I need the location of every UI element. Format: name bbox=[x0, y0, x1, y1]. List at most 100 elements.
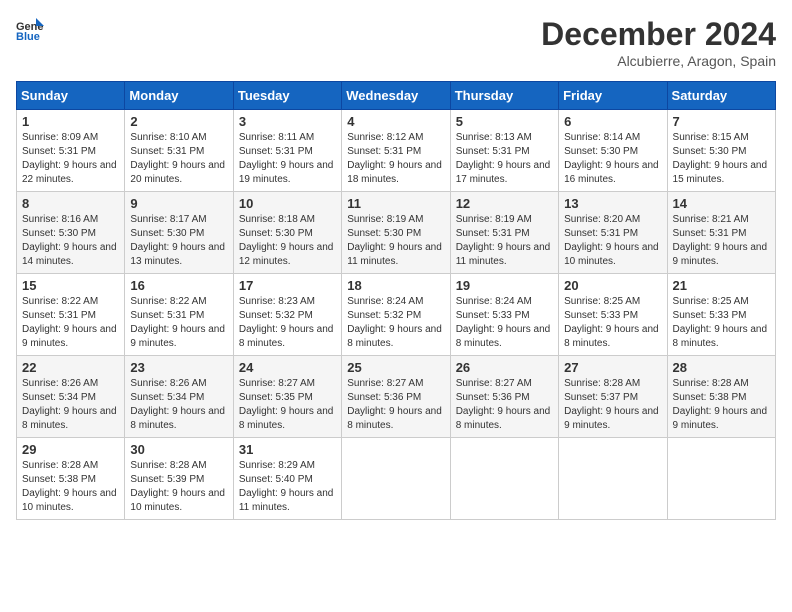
day-info: Sunrise: 8:26 AMSunset: 5:34 PMDaylight:… bbox=[130, 377, 227, 433]
sunrise-label: Sunrise: 8:20 AM bbox=[564, 214, 640, 225]
day-cell-31: 31Sunrise: 8:29 AMSunset: 5:40 PMDayligh… bbox=[233, 438, 341, 520]
day-info: Sunrise: 8:19 AMSunset: 5:30 PMDaylight:… bbox=[347, 213, 444, 269]
daylight-label: Daylight: 9 hours and 11 minutes. bbox=[456, 242, 551, 267]
sunset-label: Sunset: 5:34 PM bbox=[130, 392, 204, 403]
day-info: Sunrise: 8:12 AMSunset: 5:31 PMDaylight:… bbox=[347, 131, 444, 187]
header-sunday: Sunday bbox=[17, 82, 125, 110]
day-cell-22: 22Sunrise: 8:26 AMSunset: 5:34 PMDayligh… bbox=[17, 356, 125, 438]
day-number: 26 bbox=[456, 360, 553, 375]
month-title: December 2024 bbox=[541, 16, 776, 53]
calendar-row: 29Sunrise: 8:28 AMSunset: 5:38 PMDayligh… bbox=[17, 438, 776, 520]
day-info: Sunrise: 8:25 AM Sunset: 5:33 PM Daylight:… bbox=[673, 295, 770, 351]
sunrise-label: Sunrise: 8:25 AM bbox=[673, 296, 749, 307]
day-number: 10 bbox=[239, 196, 336, 211]
sunrise-label: Sunrise: 8:19 AM bbox=[347, 214, 423, 225]
daylight-label: Daylight: 9 hours and 9 minutes. bbox=[673, 242, 768, 267]
header-friday: Friday bbox=[559, 82, 667, 110]
day-cell-7: 7Sunrise: 8:15 AMSunset: 5:30 PMDaylight… bbox=[667, 110, 775, 192]
day-number: 2 bbox=[130, 114, 227, 129]
daylight-label: Daylight: 9 hours and 9 minutes. bbox=[564, 406, 659, 431]
daylight-label: Daylight: 9 hours and 14 minutes. bbox=[22, 242, 117, 267]
empty-cell bbox=[342, 438, 450, 520]
daylight-label: Daylight: 9 hours and 11 minutes. bbox=[239, 488, 334, 513]
sunset-label: Sunset: 5:31 PM bbox=[456, 228, 530, 239]
day-info: Sunrise: 8:24 AMSunset: 5:32 PMDaylight:… bbox=[347, 295, 444, 351]
day-number: 1 bbox=[22, 114, 119, 129]
sunrise-label: Sunrise: 8:23 AM bbox=[239, 296, 315, 307]
day-number: 30 bbox=[130, 442, 227, 457]
day-cell-2: 2 Sunrise: 8:10 AMSunset: 5:31 PMDaylight… bbox=[125, 110, 233, 192]
day-cell-4: 4Sunrise: 8:12 AMSunset: 5:31 PMDaylight… bbox=[342, 110, 450, 192]
day-cell-30: 30Sunrise: 8:28 AMSunset: 5:39 PMDayligh… bbox=[125, 438, 233, 520]
day-cell-3: 3Sunrise: 8:11 AMSunset: 5:31 PMDaylight… bbox=[233, 110, 341, 192]
day-info: Sunrise: 8:10 AMSunset: 5:31 PMDaylight:… bbox=[130, 131, 227, 187]
sunset-label: Sunset: 5:30 PM bbox=[239, 228, 313, 239]
sunset-label: Sunset: 5:33 PM bbox=[564, 310, 638, 321]
sunset-label: Sunset: 5:37 PM bbox=[564, 392, 638, 403]
daylight-label: Daylight: 9 hours and 19 minutes. bbox=[239, 160, 334, 185]
header-thursday: Thursday bbox=[450, 82, 558, 110]
sunrise-label: Sunrise: 8:29 AM bbox=[239, 460, 315, 471]
day-number: 15 bbox=[22, 278, 119, 293]
day-number: 19 bbox=[456, 278, 553, 293]
daylight-label: Daylight: 9 hours and 16 minutes. bbox=[564, 160, 659, 185]
logo: General Blue bbox=[16, 16, 44, 44]
daylight-label: Daylight: 9 hours and 8 minutes. bbox=[564, 324, 659, 349]
daylight-label: Daylight: 9 hours and 20 minutes. bbox=[130, 160, 225, 185]
sunrise-label: Sunrise: 8:18 AM bbox=[239, 214, 315, 225]
day-cell-19: 19Sunrise: 8:24 AMSunset: 5:33 PMDayligh… bbox=[450, 274, 558, 356]
day-number: 3 bbox=[239, 114, 336, 129]
day-cell-11: 11Sunrise: 8:19 AMSunset: 5:30 PMDayligh… bbox=[342, 192, 450, 274]
day-cell-15: 15 Sunrise: 8:22 AMSunset: 5:31 PMDayligh… bbox=[17, 274, 125, 356]
calendar-table: Sunday Monday Tuesday Wednesday Thursday… bbox=[16, 81, 776, 520]
daylight-label: Daylight: 9 hours and 12 minutes. bbox=[239, 242, 334, 267]
day-info: Sunrise: 8:29 AM Sunset: 5:40 PM Daylight:… bbox=[239, 459, 336, 515]
sunset-label: Sunset: 5:31 PM bbox=[239, 146, 313, 157]
day-number: 9 bbox=[130, 196, 227, 211]
day-info: Sunrise: 8:14 AMSunset: 5:30 PMDaylight:… bbox=[564, 131, 661, 187]
sunrise-label: Sunrise: 8:16 AM bbox=[22, 214, 98, 225]
day-info: Sunrise: 8:21 AMSunset: 5:31 PMDaylight:… bbox=[673, 213, 770, 269]
sunrise-label: Sunrise: 8:26 AM bbox=[22, 378, 98, 389]
sunset-label: Sunset: 5:36 PM bbox=[347, 392, 421, 403]
daylight-label: Daylight: 9 hours and 9 minutes. bbox=[22, 324, 117, 349]
day-info: Sunrise: 8:26 AM Sunset: 5:34 PM Daylight:… bbox=[22, 377, 119, 433]
day-cell-24: 24Sunrise: 8:27 AMSunset: 5:35 PMDayligh… bbox=[233, 356, 341, 438]
daylight-label: Daylight: 9 hours and 8 minutes. bbox=[673, 324, 768, 349]
sunset-label: Sunset: 5:34 PM bbox=[22, 392, 96, 403]
day-info: Sunrise: 8:09 AMSunset: 5:31 PMDaylight:… bbox=[22, 131, 119, 187]
day-cell-18: 18Sunrise: 8:24 AMSunset: 5:32 PMDayligh… bbox=[342, 274, 450, 356]
day-number: 25 bbox=[347, 360, 444, 375]
sunset-label: Sunset: 5:31 PM bbox=[673, 228, 747, 239]
page-header: General Blue December 2024 Alcubierre, A… bbox=[16, 16, 776, 69]
sunset-label: Sunset: 5:35 PM bbox=[239, 392, 313, 403]
day-cell-9: 9Sunrise: 8:17 AMSunset: 5:30 PMDaylight… bbox=[125, 192, 233, 274]
daylight-label: Daylight: 9 hours and 8 minutes. bbox=[239, 324, 334, 349]
day-cell-6: 6 Sunrise: 8:14 AMSunset: 5:30 PMDaylight… bbox=[559, 110, 667, 192]
sunset-label: Sunset: 5:40 PM bbox=[239, 474, 313, 485]
sunrise-label: Sunrise: 8:13 AM bbox=[456, 132, 532, 143]
day-cell-1: 1 Sunrise: 8:09 AMSunset: 5:31 PMDaylight… bbox=[17, 110, 125, 192]
title-block: December 2024 Alcubierre, Aragon, Spain bbox=[541, 16, 776, 69]
day-number: 16 bbox=[130, 278, 227, 293]
sunset-label: Sunset: 5:30 PM bbox=[564, 146, 638, 157]
day-info: Sunrise: 8:15 AMSunset: 5:30 PMDaylight:… bbox=[673, 131, 770, 187]
sunrise-label: Sunrise: 8:12 AM bbox=[347, 132, 423, 143]
day-number: 6 bbox=[564, 114, 661, 129]
daylight-label: Daylight: 9 hours and 15 minutes. bbox=[673, 160, 768, 185]
day-info: Sunrise: 8:22 AMSunset: 5:31 PMDaylight:… bbox=[22, 295, 119, 351]
day-info: Sunrise: 8:16 AMSunset: 5:30 PMDaylight:… bbox=[22, 213, 119, 269]
svg-text:Blue: Blue bbox=[16, 31, 40, 43]
day-cell-28: 28Sunrise: 8:28 AMSunset: 5:38 PMDayligh… bbox=[667, 356, 775, 438]
header-tuesday: Tuesday bbox=[233, 82, 341, 110]
sunrise-label: Sunrise: 8:10 AM bbox=[130, 132, 206, 143]
sunset-label: Sunset: 5:36 PM bbox=[456, 392, 530, 403]
daylight-label: Daylight: 9 hours and 8 minutes. bbox=[130, 406, 225, 431]
header-monday: Monday bbox=[125, 82, 233, 110]
day-number: 17 bbox=[239, 278, 336, 293]
daylight-label: Daylight: 9 hours and 8 minutes. bbox=[22, 406, 117, 431]
header-wednesday: Wednesday bbox=[342, 82, 450, 110]
day-number: 24 bbox=[239, 360, 336, 375]
sunrise-label: Sunrise: 8:22 AM bbox=[130, 296, 206, 307]
sunset-label: Sunset: 5:33 PM bbox=[673, 310, 747, 321]
